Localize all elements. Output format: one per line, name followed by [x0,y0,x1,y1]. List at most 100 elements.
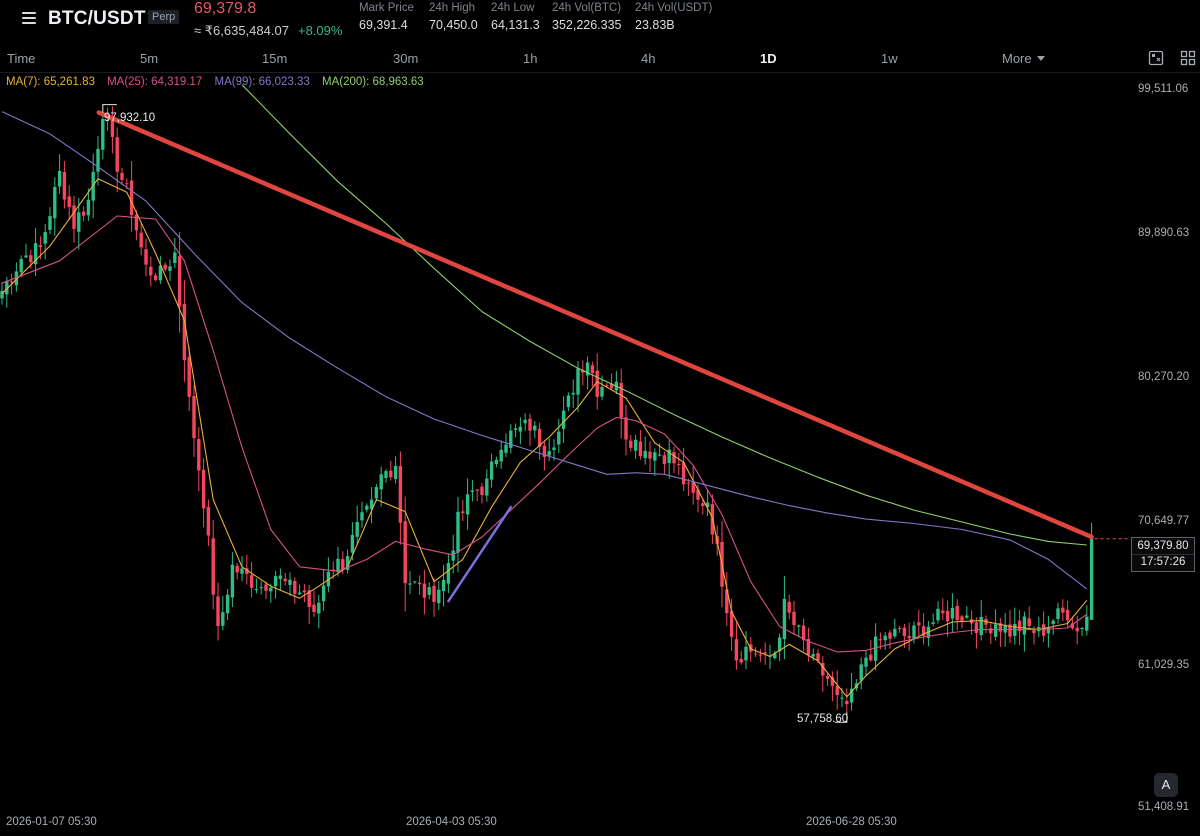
price-axis-label: 89,890.63 [1138,227,1190,239]
candle-body [1022,616,1027,635]
candle-body [393,466,398,480]
candle-body [931,622,935,624]
auto-scale-button[interactable]: A [1154,773,1178,797]
tab-1w[interactable]: 1w [881,51,898,66]
candle-body [115,137,119,172]
candle-body [499,449,503,462]
candle-body [941,610,945,614]
change-percent: +8.09% [298,23,343,38]
candlestick-chart[interactable] [0,73,1130,813]
candle-body [797,625,801,627]
candle-body [168,266,172,271]
price-axis-label: 61,029.35 [1138,659,1190,671]
candle-body [1051,620,1055,624]
candle-body [446,563,451,584]
tab-1h[interactable]: 1h [523,51,537,66]
tab-5m[interactable]: 5m [140,51,158,66]
candle-body [470,490,475,492]
candle-body [350,534,355,553]
candle-body [201,469,206,509]
stat-value: 64,131.3 [491,18,540,32]
candle-body [249,575,254,588]
candle-body [1041,624,1046,636]
candle-body [528,418,532,431]
candle-body [888,632,892,639]
candle-body [273,576,278,587]
candle-body [283,578,287,582]
menu-icon[interactable] [22,12,36,24]
grid-layout-icon[interactable] [1180,50,1196,66]
tab-1d[interactable]: 1D [760,51,777,66]
candle-body [792,611,796,626]
candle-body [936,608,940,621]
candle-body [149,266,153,276]
candle-body [869,654,873,661]
candle-body [945,610,950,622]
candle-body [355,522,359,537]
candle-body [518,426,523,432]
candle-body [883,635,887,641]
tab-time[interactable]: Time [7,51,35,66]
candle-body [29,255,33,263]
candle-body [893,628,897,637]
timeframe-bar: Time 5m 15m 30m 1h 4h 1D 1w More [0,45,1200,73]
candle-body [864,657,868,667]
candle-body [19,259,23,273]
tab-4h[interactable]: 4h [641,51,655,66]
candle-body [753,653,758,655]
candle-body [475,489,479,491]
candle-body [629,440,633,448]
candle-body [782,598,787,639]
time-axis-label: 2026-04-03 05:30 [406,816,497,828]
candle-body [321,585,326,602]
candle-body [57,170,62,187]
tab-30m[interactable]: 30m [393,51,418,66]
price-axis-label: 80,270.20 [1138,371,1190,383]
candle-body [811,654,815,657]
inr-value: ≈ ₹6,635,484.07 [194,23,289,38]
candle-body [993,624,998,637]
stat-label: 24h High [429,2,476,14]
stat-value: 70,450.0 [429,18,478,32]
candle-body [389,470,393,478]
candle-body [125,183,129,185]
candle-body [1089,538,1094,620]
candle-body [955,605,959,621]
candle-body [254,589,259,591]
candle-body [566,395,571,408]
candle-body [547,451,551,456]
candle-body [638,441,643,457]
tab-15m[interactable]: 15m [262,51,287,66]
candle-body [293,581,297,594]
candle-body [912,625,916,639]
candle-body [1065,609,1070,621]
candle-body [153,275,158,281]
candle-body [177,256,182,307]
candle-body [787,601,791,613]
candle-body [456,511,460,553]
candle-body [859,664,863,681]
candle-body [763,652,767,654]
chart-settings-icon[interactable] [1148,50,1164,66]
stat-value: 23.83B [635,18,675,32]
candle-body [38,245,43,248]
candle-body [129,180,134,216]
candle-body [48,216,52,230]
candle-body [441,579,446,592]
candle-body [365,505,369,510]
candle-body [139,232,143,248]
low-annotation: 57,758.60 [797,713,849,725]
candle-body [960,616,964,621]
price-axis-label: 70,649.77 [1138,515,1190,527]
candle-body [657,454,662,456]
candle-body [739,658,743,663]
stat-label: 24h Vol(BTC) [552,2,622,14]
candle-body [62,172,67,200]
candle-body [600,386,604,397]
symbol-name[interactable]: BTC/USDT [48,8,146,30]
candle-body [897,627,902,630]
tab-more[interactable]: More [1002,51,1045,66]
candle-body [163,264,167,270]
candle-body [216,596,220,626]
candle-body [1056,608,1060,619]
